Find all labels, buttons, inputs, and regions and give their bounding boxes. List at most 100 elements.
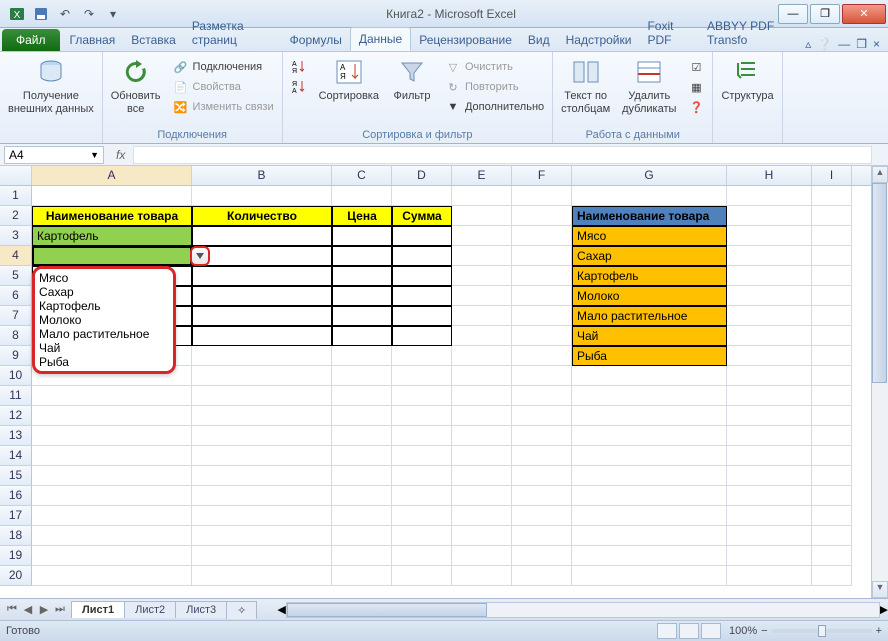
cell[interactable]	[392, 346, 452, 366]
cell[interactable]: Картофель	[32, 226, 192, 246]
normal-view-button[interactable]	[657, 623, 677, 639]
cell[interactable]	[32, 466, 192, 486]
cell[interactable]	[32, 426, 192, 446]
cell[interactable]	[812, 406, 852, 426]
scrollbar-thumb[interactable]	[872, 183, 887, 383]
row-header[interactable]: 20	[0, 566, 32, 586]
sheet-tab[interactable]: Лист1	[71, 601, 125, 618]
cell[interactable]	[812, 566, 852, 586]
cell[interactable]	[32, 186, 192, 206]
list-item[interactable]: Чай	[39, 341, 149, 355]
tab-foxit[interactable]: Foxit PDF	[639, 15, 699, 51]
cell[interactable]	[512, 246, 572, 266]
tab-formulas[interactable]: Формулы	[282, 29, 350, 51]
cell[interactable]	[32, 506, 192, 526]
cell[interactable]: Мясо	[572, 226, 727, 246]
cell[interactable]	[192, 566, 332, 586]
col-header-I[interactable]: I	[812, 166, 852, 185]
cell[interactable]	[727, 286, 812, 306]
sheet-nav-next-icon[interactable]: ▶	[36, 603, 52, 616]
cell[interactable]	[812, 366, 852, 386]
row-header[interactable]: 4	[0, 246, 32, 266]
cell[interactable]	[332, 246, 392, 266]
list-item[interactable]: Сахар	[39, 285, 149, 299]
col-header-F[interactable]: F	[512, 166, 572, 185]
cell[interactable]	[512, 226, 572, 246]
row-header[interactable]: 8	[0, 326, 32, 346]
cell[interactable]	[192, 186, 332, 206]
cell[interactable]: Наименование товара	[572, 206, 727, 226]
qat-dropdown-icon[interactable]: ▾	[102, 4, 124, 24]
col-header-A[interactable]: A	[32, 166, 192, 185]
outline-button[interactable]: Структура	[717, 54, 777, 105]
cell[interactable]	[727, 366, 812, 386]
consolidate-button[interactable]: ▦	[684, 78, 708, 96]
cell[interactable]: Рыба	[572, 346, 727, 366]
sheet-nav-first-icon[interactable]: ⏮	[4, 603, 20, 616]
cell[interactable]	[727, 386, 812, 406]
excel-icon[interactable]: X	[6, 4, 28, 24]
cell[interactable]	[512, 466, 572, 486]
sheet-tab[interactable]: Лист2	[124, 601, 176, 618]
row-header[interactable]: 14	[0, 446, 32, 466]
remove-duplicates-button[interactable]: Удалить дубликаты	[618, 54, 680, 117]
cell[interactable]	[572, 446, 727, 466]
cell[interactable]	[452, 426, 512, 446]
new-sheet-button[interactable]: ✧	[226, 601, 257, 619]
cell[interactable]	[512, 526, 572, 546]
properties-button[interactable]: 📄Свойства	[169, 78, 278, 96]
scroll-right-icon[interactable]: ▶	[880, 603, 888, 616]
cell[interactable]	[392, 506, 452, 526]
cell[interactable]	[332, 546, 392, 566]
cell[interactable]	[332, 466, 392, 486]
cell[interactable]	[32, 406, 192, 426]
cell[interactable]	[452, 466, 512, 486]
sheet-nav-prev-icon[interactable]: ◀	[20, 603, 36, 616]
cell[interactable]	[727, 226, 812, 246]
cell[interactable]	[332, 346, 392, 366]
tab-pagelayout[interactable]: Разметка страниц	[184, 15, 282, 51]
cell[interactable]	[332, 446, 392, 466]
select-all-corner[interactable]	[0, 166, 32, 185]
zoom-control[interactable]: 100% − +	[729, 625, 882, 637]
clear-button[interactable]: ▽Очистить	[441, 58, 548, 76]
tab-home[interactable]: Главная	[62, 29, 124, 51]
cell[interactable]	[572, 426, 727, 446]
cell[interactable]	[452, 226, 512, 246]
cell[interactable]	[192, 246, 332, 266]
col-header-D[interactable]: D	[392, 166, 452, 185]
cell[interactable]	[512, 366, 572, 386]
page-layout-view-button[interactable]	[679, 623, 699, 639]
cell[interactable]	[812, 466, 852, 486]
col-header-C[interactable]: C	[332, 166, 392, 185]
cell[interactable]	[192, 526, 332, 546]
scrollbar-thumb[interactable]	[287, 603, 487, 617]
cell[interactable]	[572, 186, 727, 206]
list-item[interactable]: Рыба	[39, 355, 149, 369]
cell[interactable]	[727, 246, 812, 266]
cell[interactable]	[452, 366, 512, 386]
row-header[interactable]: 12	[0, 406, 32, 426]
cell[interactable]	[392, 226, 452, 246]
row-header[interactable]: 10	[0, 366, 32, 386]
cell[interactable]	[392, 326, 452, 346]
chevron-down-icon[interactable]: ▼	[90, 150, 99, 160]
cell[interactable]	[392, 446, 452, 466]
list-item[interactable]: Мало растительное	[39, 327, 149, 341]
cell[interactable]	[727, 506, 812, 526]
cell[interactable]	[512, 426, 572, 446]
cell[interactable]	[512, 506, 572, 526]
cell[interactable]	[392, 406, 452, 426]
cell[interactable]	[332, 406, 392, 426]
cell[interactable]	[392, 266, 452, 286]
row-header[interactable]: 16	[0, 486, 32, 506]
cell[interactable]	[512, 386, 572, 406]
name-box[interactable]: A4 ▼	[4, 146, 104, 164]
cell[interactable]	[452, 446, 512, 466]
horizontal-scrollbar[interactable]: ◀ ▶	[277, 602, 888, 618]
tab-review[interactable]: Рецензирование	[411, 29, 520, 51]
cell[interactable]	[727, 486, 812, 506]
row-header[interactable]: 3	[0, 226, 32, 246]
cell[interactable]	[572, 366, 727, 386]
maximize-button[interactable]: ❐	[810, 4, 840, 24]
